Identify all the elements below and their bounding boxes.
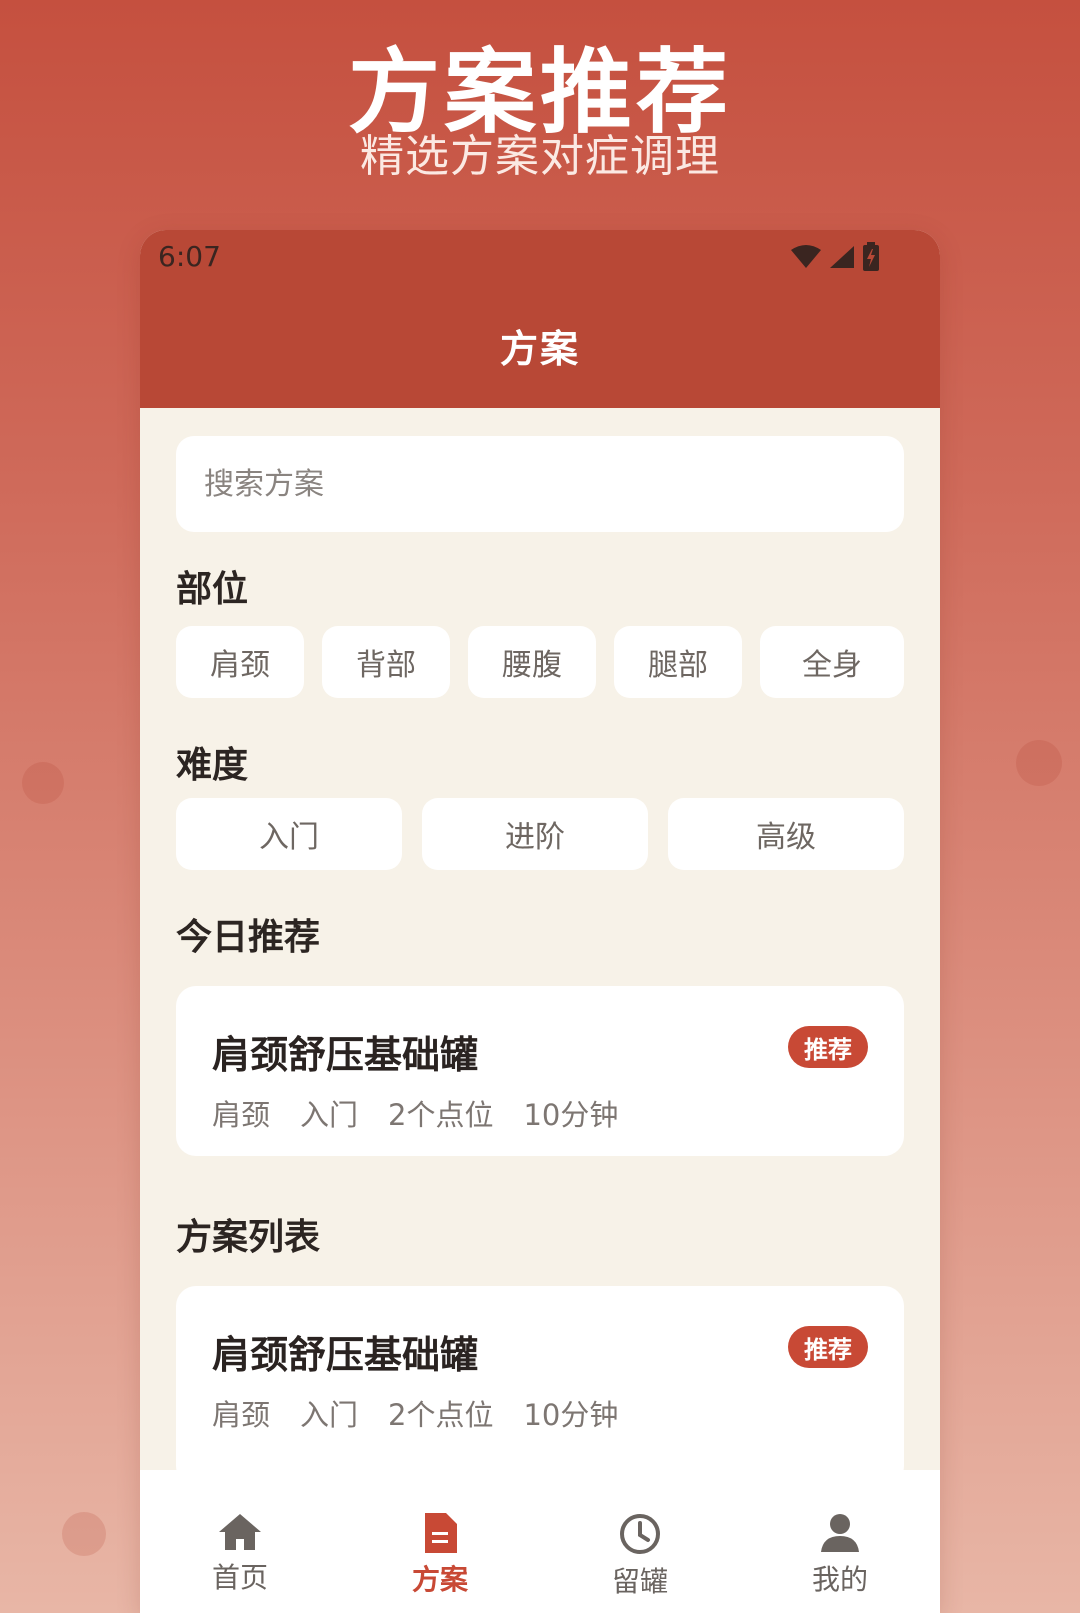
tab-cupping[interactable]: 留罐 <box>540 1470 740 1613</box>
home-icon <box>219 1514 261 1550</box>
plan-part: 肩颈 <box>212 1398 271 1432</box>
user-icon <box>821 1514 859 1552</box>
chip-difficulty[interactable]: 高级 <box>668 798 904 870</box>
clock-icon <box>620 1514 660 1554</box>
plan-meta: 肩颈 入门 2个点位 10分钟 <box>212 1092 618 1134</box>
status-time: 6:07 <box>158 240 221 273</box>
tab-home[interactable]: 首页 <box>140 1470 340 1613</box>
search-input[interactable] <box>176 436 904 532</box>
chip-difficulty[interactable]: 入门 <box>176 798 402 870</box>
plan-points: 2个点位 <box>388 1098 494 1132</box>
chip-body-part[interactable]: 腿部 <box>614 626 742 698</box>
chip-body-part[interactable]: 腰腹 <box>468 626 596 698</box>
tab-label: 方案 <box>411 1563 468 1596</box>
battery-icon <box>863 242 879 271</box>
bottom-tab-bar: 首页 方案 留罐 我的 <box>140 1470 940 1613</box>
tab-plans[interactable]: 方案 <box>340 1470 540 1613</box>
chip-body-part[interactable]: 全身 <box>760 626 904 698</box>
plan-level: 入门 <box>300 1098 359 1132</box>
plan-duration: 10分钟 <box>523 1098 619 1132</box>
recommend-badge: 推荐 <box>788 1326 868 1368</box>
chip-body-part[interactable]: 背部 <box>322 626 450 698</box>
body-part-title: 部位 <box>176 569 249 610</box>
decor-circle <box>22 762 64 804</box>
tab-profile[interactable]: 我的 <box>740 1470 940 1613</box>
plan-part: 肩颈 <box>212 1098 271 1132</box>
plan-name: 肩颈舒压基础罐 <box>212 1033 479 1077</box>
phone-screen: 6:07 方案 部位 肩颈 背部 腰腹 腿部 全身 难度 入门 进阶 高级 今日… <box>140 230 940 1613</box>
plan-meta: 肩颈 入门 2个点位 10分钟 <box>212 1392 618 1434</box>
plan-name: 肩颈舒压基础罐 <box>212 1333 479 1377</box>
today-title: 今日推荐 <box>176 917 321 958</box>
plan-points: 2个点位 <box>388 1398 494 1432</box>
chip-difficulty[interactable]: 进阶 <box>422 798 648 870</box>
promo-subtitle: 精选方案对症调理 <box>360 131 720 182</box>
plan-duration: 10分钟 <box>523 1398 619 1432</box>
signal-icon <box>830 246 854 268</box>
tab-label: 我的 <box>811 1563 868 1596</box>
plan-list-title: 方案列表 <box>176 1217 321 1258</box>
status-icons <box>790 242 880 272</box>
chip-body-part[interactable]: 肩颈 <box>176 626 304 698</box>
plan-card[interactable]: 肩颈舒压基础罐 推荐 肩颈 入门 2个点位 10分钟 <box>176 1286 904 1486</box>
recommend-badge: 推荐 <box>788 1026 868 1068</box>
tab-label: 首页 <box>211 1561 268 1594</box>
page-title: 方案 <box>499 327 580 371</box>
plan-card-today[interactable]: 肩颈舒压基础罐 推荐 肩颈 入门 2个点位 10分钟 <box>176 986 904 1156</box>
document-icon <box>425 1513 457 1553</box>
plan-level: 入门 <box>300 1398 359 1432</box>
app-bar: 6:07 方案 <box>140 230 940 408</box>
tab-label: 留罐 <box>611 1565 668 1598</box>
wifi-icon <box>791 245 821 268</box>
decor-circle <box>1016 740 1062 786</box>
decor-circle <box>62 1512 106 1556</box>
difficulty-title: 难度 <box>176 745 249 786</box>
